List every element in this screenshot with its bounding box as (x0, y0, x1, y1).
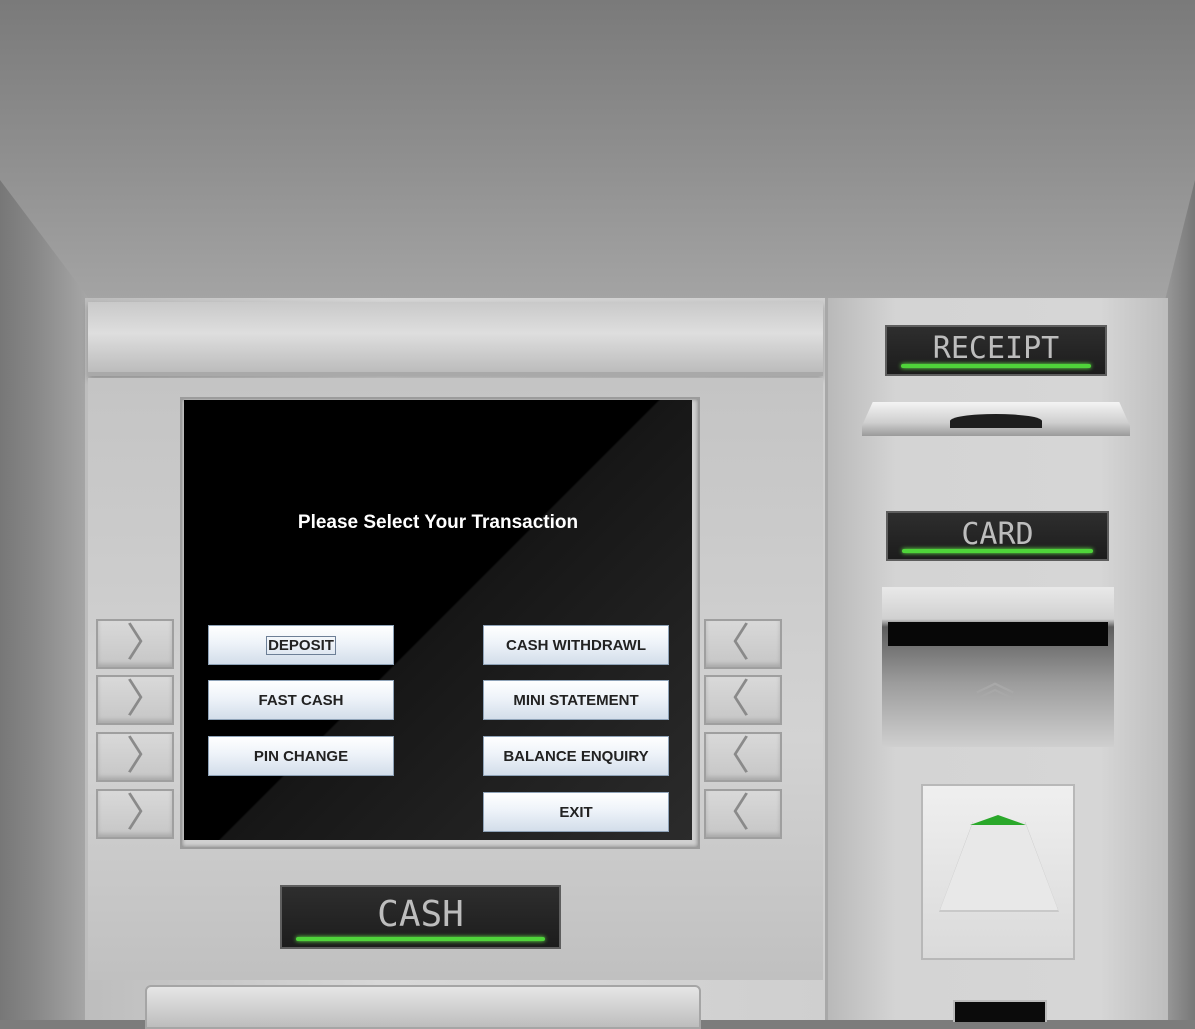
atm-ceiling (0, 0, 1195, 300)
side-key-right-1[interactable]: 〈 (704, 619, 782, 669)
chevron-left-icon: 〈 (710, 790, 750, 836)
exit-button[interactable]: EXIT (483, 792, 669, 832)
bottom-slot (953, 1000, 1047, 1022)
pin-change-button[interactable]: PIN CHANGE (208, 736, 394, 776)
card-slot-opening (888, 622, 1108, 646)
side-key-left-2[interactable]: 〉 (96, 675, 174, 725)
card-label: CARD (886, 511, 1109, 561)
atm-top-band (88, 302, 823, 376)
cash-label: CASH (280, 885, 561, 949)
chevron-right-icon: 〉 (126, 790, 166, 836)
cash-indicator-light (296, 937, 545, 941)
card-indicator-light (902, 549, 1093, 553)
chevron-left-icon: 〈 (710, 620, 750, 666)
receipt-slot-opening (950, 414, 1042, 428)
side-key-left-4[interactable]: 〉 (96, 789, 174, 839)
deposit-button[interactable]: DEPOSIT (208, 625, 394, 665)
chevron-right-icon: 〉 (126, 733, 166, 779)
side-key-right-4[interactable]: 〈 (704, 789, 782, 839)
side-key-right-2[interactable]: 〈 (704, 675, 782, 725)
chevron-right-icon: 〉 (126, 620, 166, 666)
chevron-right-icon: 〉 (126, 676, 166, 722)
balance-enquiry-button[interactable]: BALANCE ENQUIRY (483, 736, 669, 776)
chevron-left-icon: 〈 (710, 676, 750, 722)
screen-title: Please Select Your Transaction (297, 512, 579, 533)
chevron-left-icon: 〈 (710, 733, 750, 779)
receipt-indicator-light (901, 364, 1091, 368)
receipt-label: RECEIPT (885, 325, 1107, 376)
cash-dispenser-slot (145, 985, 701, 1029)
mini-statement-button[interactable]: MINI STATEMENT (483, 680, 669, 720)
side-key-left-3[interactable]: 〉 (96, 732, 174, 782)
fast-cash-button[interactable]: FAST CASH (208, 680, 394, 720)
side-key-left-1[interactable]: 〉 (96, 619, 174, 669)
double-chevron-up-icon: ︽ (975, 660, 1015, 706)
cash-withdrawl-button[interactable]: CASH WITHDRAWL (483, 625, 669, 665)
side-key-right-3[interactable]: 〈 (704, 732, 782, 782)
